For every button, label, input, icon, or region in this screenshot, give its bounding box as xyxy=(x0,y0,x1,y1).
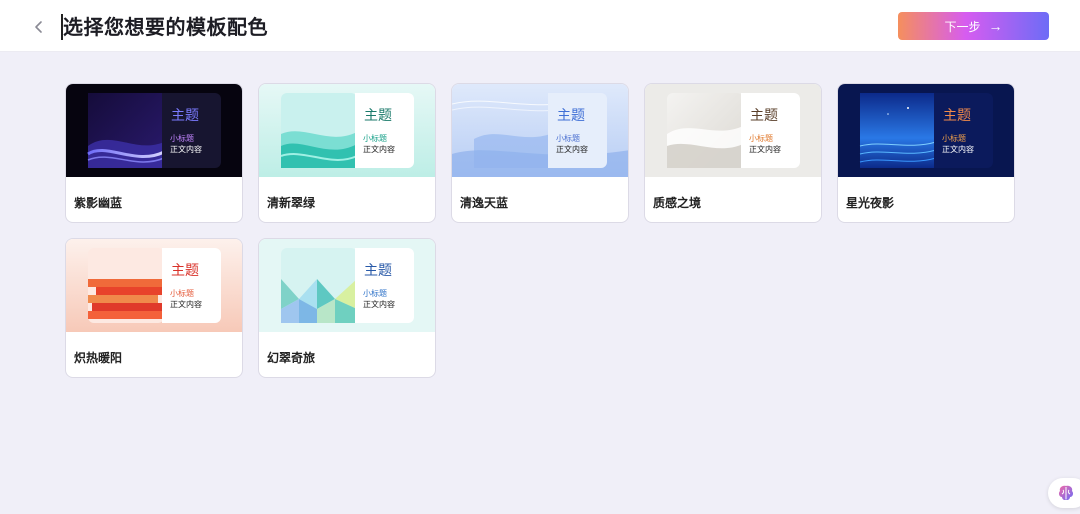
template-heading: 主题 xyxy=(750,108,778,124)
template-heading: 主题 xyxy=(364,263,392,279)
template-text-panel: 主题 小标题 正文内容 xyxy=(741,93,800,168)
template-text-panel: 主题 小标题 正文内容 xyxy=(548,93,607,168)
template-text-panel: 主题 小标题 正文内容 xyxy=(355,93,414,168)
template-text-panel: 主题 小标题 正文内容 xyxy=(355,248,414,323)
template-preview: 主题 小标题 正文内容 xyxy=(259,84,435,177)
template-subheading: 小标题 xyxy=(363,134,387,143)
assistant-button[interactable] xyxy=(1048,478,1080,508)
template-card-texture-realm[interactable]: 主题 小标题 正文内容 质感之境 xyxy=(644,83,822,223)
back-button[interactable] xyxy=(28,16,50,38)
arrow-right-icon: → xyxy=(988,18,1003,34)
template-card-sky-blue[interactable]: 主题 小标题 正文内容 清逸天蓝 xyxy=(451,83,629,223)
template-heading: 主题 xyxy=(171,263,199,279)
template-subheading: 小标题 xyxy=(170,134,194,143)
template-body-text: 正文内容 xyxy=(942,145,974,154)
template-heading: 主题 xyxy=(171,108,199,124)
top-bar: 选择您想要的模板配色 下一步 → xyxy=(0,0,1080,52)
next-step-label: 下一步 xyxy=(944,19,981,34)
template-name: 紫影幽蓝 xyxy=(74,196,123,210)
template-text-panel: 主题 小标题 正文内容 xyxy=(162,93,221,168)
template-text-panel: 主题 小标题 正文内容 xyxy=(934,93,993,168)
template-body-text: 正文内容 xyxy=(363,145,395,154)
template-preview: 主题 小标题 正文内容 xyxy=(66,239,242,332)
brain-icon xyxy=(1058,485,1074,501)
template-heading: 主题 xyxy=(364,108,392,124)
template-subheading: 小标题 xyxy=(170,289,194,298)
template-preview: 主题 小标题 正文内容 xyxy=(259,239,435,332)
template-subheading: 小标题 xyxy=(749,134,773,143)
template-body-text: 正文内容 xyxy=(556,145,588,154)
template-subheading: 小标题 xyxy=(556,134,580,143)
template-card-starlight-night[interactable]: 主题 小标题 正文内容 星光夜影 xyxy=(837,83,1015,223)
template-heading: 主题 xyxy=(557,108,585,124)
template-name: 星光夜影 xyxy=(846,196,895,210)
template-preview: 主题 小标题 正文内容 xyxy=(838,84,1014,177)
template-body-text: 正文内容 xyxy=(363,300,395,309)
template-body-text: 正文内容 xyxy=(170,145,202,154)
template-subheading: 小标题 xyxy=(363,289,387,298)
template-name: 清新翠绿 xyxy=(267,196,316,210)
chevron-left-icon xyxy=(35,21,42,33)
template-preview: 主题 小标题 正文内容 xyxy=(452,84,628,177)
template-text-panel: 主题 小标题 正文内容 xyxy=(162,248,221,323)
template-name: 清逸天蓝 xyxy=(460,196,509,210)
template-card-fresh-green[interactable]: 主题 小标题 正文内容 清新翠绿 xyxy=(258,83,436,223)
template-card-blazing-sun[interactable]: 主题 小标题 正文内容 炽热暖阳 xyxy=(65,238,243,378)
template-preview: 主题 小标题 正文内容 xyxy=(645,84,821,177)
template-card-emerald-journey[interactable]: 主题 小标题 正文内容 幻翠奇旅 xyxy=(258,238,436,378)
template-name: 炽热暖阳 xyxy=(74,351,123,365)
template-name: 幻翠奇旅 xyxy=(267,351,316,365)
template-name: 质感之境 xyxy=(653,196,702,210)
template-preview: 主题 小标题 正文内容 xyxy=(66,84,242,177)
page-title: 选择您想要的模板配色 xyxy=(63,15,268,39)
next-step-button[interactable]: 下一步 → xyxy=(898,12,1049,40)
template-body-text: 正文内容 xyxy=(749,145,781,154)
template-heading: 主题 xyxy=(943,108,971,124)
template-body-text: 正文内容 xyxy=(170,300,202,309)
template-subheading: 小标题 xyxy=(942,134,966,143)
template-card-purple-shadow-blue[interactable]: 主题 小标题 正文内容 紫影幽蓝 xyxy=(65,83,243,223)
